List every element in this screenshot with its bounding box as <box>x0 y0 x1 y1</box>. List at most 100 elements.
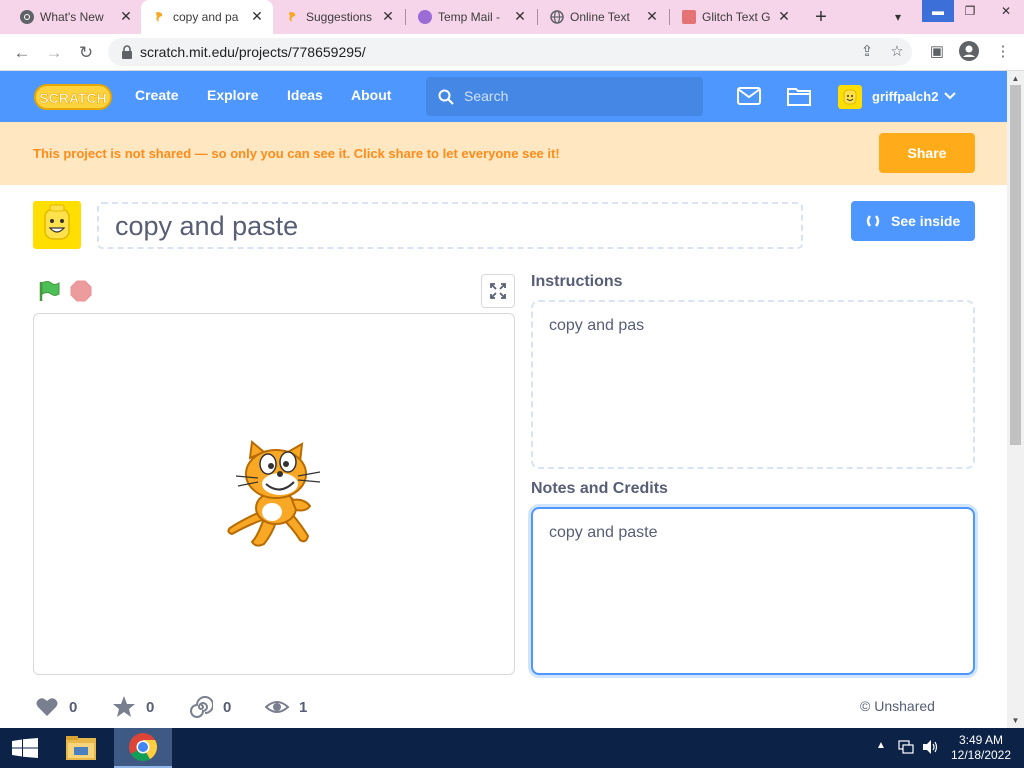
eye-icon <box>265 701 289 713</box>
chrome-icon <box>20 10 34 24</box>
url-text: scratch.mit.edu/projects/778659295/ <box>140 44 366 60</box>
project-title: copy and paste <box>115 211 299 241</box>
scroll-down-icon[interactable]: ▼ <box>1010 715 1021 726</box>
glitch-icon <box>682 10 696 24</box>
page-scrollbar[interactable]: ▲ ▼ <box>1007 71 1024 728</box>
search-box[interactable] <box>426 77 703 116</box>
messages-icon[interactable] <box>737 87 761 105</box>
tab-online-text[interactable]: Online Text ✕ <box>538 0 668 34</box>
close-icon[interactable]: ✕ <box>644 8 660 24</box>
scratch-cat-sprite[interactable] <box>222 440 327 552</box>
share-status-label: Unshared <box>874 698 935 714</box>
nav-explore[interactable]: Explore <box>207 87 258 103</box>
view-count: 1 <box>299 699 308 716</box>
taskbar-clock[interactable]: 3:49 AM 12/18/2022 <box>940 733 1022 763</box>
fullscreen-button[interactable] <box>481 274 515 308</box>
remix-spiral-icon <box>190 696 213 718</box>
my-stuff-folder-icon[interactable] <box>787 86 811 106</box>
tab-suggestions[interactable]: Suggestions ✕ <box>274 0 404 34</box>
scratch-logo[interactable]: SCRATCH <box>34 83 112 111</box>
close-icon[interactable]: ✕ <box>512 8 528 24</box>
share-status: © Unshared <box>860 698 935 714</box>
nav-about[interactable]: About <box>351 87 391 103</box>
tab-glitch-text[interactable]: Glitch Text G ✕ <box>670 0 800 34</box>
username[interactable]: griffpalch2 <box>872 89 938 104</box>
scratch-top-nav: SCRATCH Create Explore Ideas About griff… <box>0 71 1007 122</box>
new-tab-button[interactable]: + <box>810 6 832 28</box>
clock-date: 12/18/2022 <box>950 748 1012 762</box>
folder-icon <box>65 734 97 767</box>
scroll-up-icon[interactable]: ▲ <box>1010 73 1021 84</box>
scratch-icon <box>153 10 167 24</box>
back-arrow-icon[interactable]: ← <box>10 41 34 65</box>
share-button[interactable]: Share <box>879 133 975 173</box>
close-icon[interactable]: ✕ <box>776 8 792 24</box>
chrome-icon <box>128 732 158 767</box>
project-title-box[interactable]: copy and paste <box>97 202 803 249</box>
tab-label: copy and pa <box>173 10 239 24</box>
chrome-taskbar-button[interactable] <box>114 728 172 768</box>
love-count: 0 <box>69 699 78 716</box>
instructions-heading: Instructions <box>531 273 623 290</box>
star-icon <box>113 696 135 717</box>
chevron-down-icon[interactable] <box>943 89 957 103</box>
browser-tab-bar: What's New ✕ copy and pa ✕ Suggestions ✕… <box>0 0 1024 34</box>
stop-icon[interactable] <box>70 280 92 302</box>
close-icon[interactable]: ✕ <box>380 8 396 24</box>
nav-ideas[interactable]: Ideas <box>287 87 323 103</box>
see-inside-button[interactable]: See inside <box>851 201 975 241</box>
share-icon[interactable]: ⇪ <box>856 41 878 63</box>
copyright-icon: © <box>860 698 871 714</box>
reload-icon[interactable]: ↻ <box>74 41 98 65</box>
clock-time: 3:49 AM <box>958 733 1004 747</box>
scrollbar-thumb[interactable] <box>1010 85 1021 445</box>
network-icon[interactable] <box>898 740 914 759</box>
tab-label: Suggestions <box>306 10 373 24</box>
search-icon <box>438 89 454 105</box>
remix-arrows-icon <box>865 213 881 229</box>
system-tray: ▲ 3:49 AM 12/18/2022 <box>870 728 1024 768</box>
remix-count: 0 <box>223 699 232 716</box>
tab-label: Temp Mail - <box>438 10 501 24</box>
windows-taskbar: ▲ 3:49 AM 12/18/2022 <box>0 728 1024 768</box>
heart-icon <box>36 698 58 716</box>
close-icon[interactable]: ✕ <box>249 8 265 24</box>
tempmail-icon <box>418 10 432 24</box>
menu-icon[interactable]: ⋮ <box>992 41 1014 63</box>
notes-textarea[interactable]: copy and paste <box>531 507 975 675</box>
start-button[interactable] <box>0 728 48 768</box>
minimize-button[interactable]: ▬ <box>922 0 954 22</box>
not-shared-banner: This project is not shared — so only you… <box>0 122 1007 185</box>
tab-whats-new[interactable]: What's New ✕ <box>8 0 140 34</box>
show-hidden-icons-icon[interactable]: ▲ <box>876 740 886 751</box>
volume-icon[interactable] <box>922 739 938 760</box>
restore-button[interactable]: ❐ <box>954 0 986 22</box>
file-explorer-button[interactable] <box>57 730 105 766</box>
nav-create[interactable]: Create <box>135 87 179 103</box>
see-inside-label: See inside <box>891 213 961 229</box>
globe-icon <box>550 10 564 24</box>
tab-copy-and-paste[interactable]: copy and pa ✕ <box>141 0 273 34</box>
profile-icon[interactable] <box>958 41 980 63</box>
windows-logo-icon <box>12 738 38 763</box>
close-icon[interactable]: ✕ <box>118 8 134 24</box>
tab-label: What's New <box>40 10 104 24</box>
project-stats: 0 0 0 1 © Unshared <box>0 691 1007 721</box>
project-stage[interactable] <box>33 313 515 675</box>
star-icon[interactable]: ☆ <box>886 41 908 63</box>
forward-arrow-icon[interactable]: → <box>42 41 66 65</box>
chevron-down-icon[interactable]: ▾ <box>890 9 906 25</box>
tab-temp-mail[interactable]: Temp Mail - ✕ <box>406 0 536 34</box>
logo-text: SCRATCH <box>39 90 106 106</box>
tab-label: Online Text <box>570 10 630 24</box>
url-box[interactable]: scratch.mit.edu/projects/778659295/ <box>108 38 912 66</box>
window-close-button[interactable]: ✕ <box>988 0 1024 22</box>
sidepanel-icon[interactable]: ▣ <box>926 41 948 63</box>
avatar[interactable] <box>838 85 862 109</box>
project-owner-avatar[interactable] <box>33 201 81 249</box>
notes-text: copy and paste <box>549 524 658 541</box>
green-flag-icon[interactable] <box>37 279 61 303</box>
instructions-textarea[interactable]: copy and pas <box>531 300 975 469</box>
search-input[interactable] <box>464 86 684 106</box>
address-bar: ← → ↻ scratch.mit.edu/projects/778659295… <box>0 34 1024 71</box>
